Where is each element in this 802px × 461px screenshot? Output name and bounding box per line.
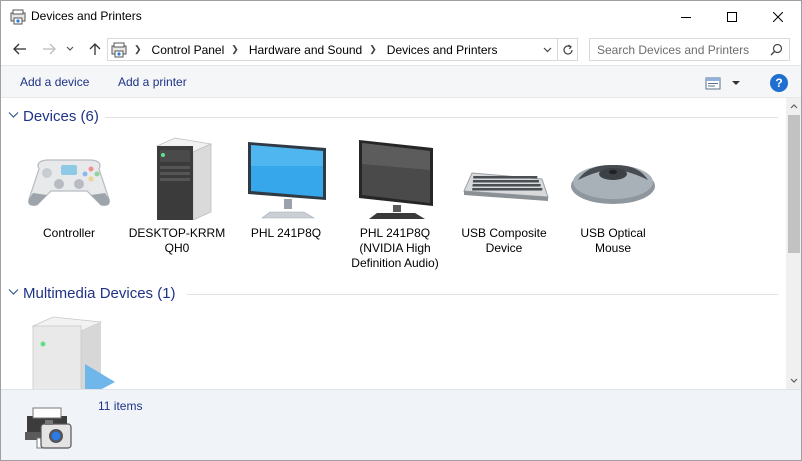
navigation-bar: ❯ Control Panel ❯ Hardware and Sound ❯ D…: [1, 32, 801, 65]
devices-printers-icon: [19, 402, 79, 454]
maximize-button[interactable]: [709, 1, 755, 32]
command-bar: Add a device Add a printer ?: [1, 65, 801, 98]
breadcrumb-hardware-and-sound[interactable]: Hardware and Sound: [249, 43, 362, 57]
device-item-controller[interactable]: Controller: [19, 133, 119, 241]
devices-and-printers-window: Devices and Printers ❯ Control Panel ❯ H…: [0, 0, 802, 461]
arrow-right-icon: [43, 43, 56, 55]
back-button[interactable]: [9, 38, 31, 60]
scroll-down-button[interactable]: [786, 372, 801, 389]
refresh-button[interactable]: [557, 39, 577, 60]
breadcrumb: ❯ Control Panel ❯ Hardware and Sound ❯ D…: [130, 39, 498, 60]
address-history-button[interactable]: [539, 39, 555, 60]
vertical-scrollbar[interactable]: [786, 98, 801, 389]
title-bar: Devices and Printers: [1, 1, 801, 32]
window-title: Devices and Printers: [31, 9, 142, 23]
view-dropdown-arrow-icon: [732, 81, 740, 85]
control-panel-icon: [111, 42, 127, 58]
details-pane: 11 items: [1, 389, 801, 460]
device-list: Devices (6) Controller DESKTOP-KRRM QH0 …: [1, 98, 786, 389]
forward-button[interactable]: [38, 38, 60, 60]
gamepad-icon: [19, 133, 119, 223]
add-device-button[interactable]: Add a device: [20, 75, 89, 89]
refresh-icon: [562, 44, 573, 55]
monitor-blue-icon: [236, 133, 336, 223]
device-label: USB Optical Mouse: [580, 226, 646, 255]
scrollbar-thumb[interactable]: [788, 115, 800, 253]
device-item-monitor[interactable]: PHL 241P8Q: [236, 133, 336, 241]
devices-printers-app-icon: [10, 9, 26, 25]
keyboard-icon: [454, 133, 554, 223]
view-options-icon: [705, 77, 721, 89]
collapse-chevron-icon[interactable]: [8, 111, 19, 119]
device-item-media-server[interactable]: [19, 312, 119, 389]
search-icon[interactable]: [770, 43, 783, 56]
breadcrumb-separator-icon[interactable]: ❯: [231, 44, 239, 55]
device-item-usb-mouse[interactable]: USB Optical Mouse: [563, 133, 663, 256]
device-label: Controller: [42, 226, 96, 240]
group-title-devices: Devices (6): [23, 108, 99, 125]
minimize-button[interactable]: [663, 1, 709, 32]
device-label: DESKTOP-KRRM QH0: [128, 226, 226, 255]
recent-locations-button[interactable]: [63, 38, 77, 60]
group-divider: [187, 294, 778, 295]
device-label: PHL 241P8Q (NVIDIA High Definition Audio…: [351, 226, 439, 270]
device-item-desktop[interactable]: DESKTOP-KRRM QH0: [127, 133, 227, 256]
breadcrumb-separator-icon[interactable]: ❯: [369, 44, 377, 55]
mouse-icon: [563, 133, 663, 223]
collapse-chevron-icon[interactable]: [8, 288, 19, 296]
maximize-icon: [727, 11, 737, 22]
monitor-dark-icon: [345, 133, 445, 223]
address-bar[interactable]: ❯ Control Panel ❯ Hardware and Sound ❯ D…: [107, 38, 578, 61]
search-input[interactable]: [590, 39, 766, 60]
device-label: USB Composite Device: [461, 226, 547, 255]
add-printer-button[interactable]: Add a printer: [118, 75, 187, 89]
media-server-icon: [19, 312, 119, 389]
group-title-multimedia: Multimedia Devices (1): [23, 285, 176, 302]
breadcrumb-control-panel[interactable]: Control Panel: [152, 43, 225, 57]
computer-tower-icon: [127, 133, 227, 223]
device-item-usb-composite[interactable]: USB Composite Device: [454, 133, 554, 256]
search-box[interactable]: [589, 38, 790, 61]
close-icon: [773, 11, 783, 22]
device-item-monitor-audio[interactable]: PHL 241P8Q (NVIDIA High Definition Audio…: [345, 133, 445, 271]
group-header-devices[interactable]: Devices (6): [1, 107, 786, 127]
scroll-up-button[interactable]: [786, 98, 801, 115]
arrow-up-icon: [89, 43, 101, 55]
device-label: PHL 241P8Q: [250, 226, 322, 240]
up-button[interactable]: [84, 38, 106, 60]
minimize-icon: [681, 16, 691, 18]
breadcrumb-devices-and-printers[interactable]: Devices and Printers: [387, 43, 498, 57]
scroll-down-arrow-icon: [790, 378, 798, 383]
chevron-down-icon: [66, 46, 74, 51]
group-header-multimedia[interactable]: Multimedia Devices (1): [1, 284, 786, 304]
scroll-up-arrow-icon: [790, 104, 798, 109]
breadcrumb-separator-icon[interactable]: ❯: [134, 44, 142, 55]
help-button[interactable]: ?: [770, 74, 788, 92]
item-count: 11 items: [98, 399, 143, 413]
chevron-down-icon: [543, 47, 551, 52]
close-button[interactable]: [755, 1, 801, 32]
change-view-button[interactable]: [705, 75, 745, 91]
arrow-left-icon: [13, 43, 26, 55]
group-divider: [105, 117, 778, 118]
